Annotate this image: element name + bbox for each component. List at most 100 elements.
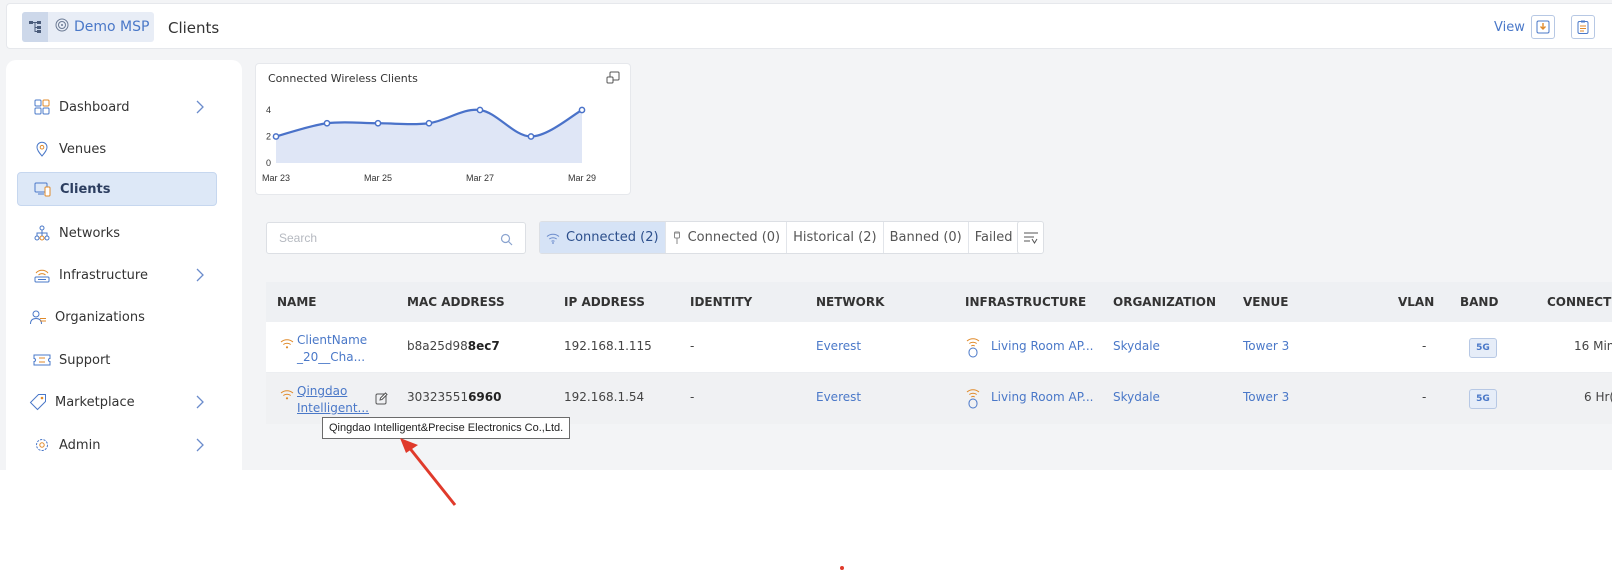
col-name[interactable]: NAME <box>277 295 316 309</box>
band-badge: 5G <box>1469 389 1497 409</box>
connected-duration: 16 Min( <box>1574 339 1612 353</box>
sidebar-item-label: Networks <box>59 225 121 241</box>
column-filter-button[interactable] <box>1017 221 1044 254</box>
mac-address: 303235516960 <box>407 390 502 404</box>
chevron-right-icon <box>195 437 205 456</box>
tab-label: Banned (0) <box>889 230 962 245</box>
col-connected[interactable]: CONNECTI <box>1547 295 1612 309</box>
report-button[interactable] <box>1571 15 1595 39</box>
identity: - <box>690 390 695 404</box>
band-badge: 5G <box>1469 338 1497 358</box>
vlan: - <box>1422 390 1427 404</box>
table-header: NAME MAC ADDRESS IP ADDRESS IDENTITY NET… <box>266 282 1612 322</box>
client-name-link[interactable]: Qingdao Intelligent... <box>297 383 369 417</box>
venue-link[interactable]: Tower 3 <box>1243 390 1289 404</box>
infrastructure-link[interactable]: Living Room AP... <box>991 390 1094 404</box>
gear-icon <box>31 437 53 453</box>
network-link[interactable]: Everest <box>816 390 861 404</box>
tab-label: Connected (0) <box>687 230 781 245</box>
sidebar-item-infrastructure[interactable]: Infrastructure <box>17 258 217 292</box>
col-ip-address[interactable]: IP ADDRESS <box>564 295 645 309</box>
y-tick-label: 4 <box>266 105 271 115</box>
tab-label: Historical (2) <box>793 230 877 245</box>
wifi-icon <box>546 232 560 244</box>
org-name: Demo MSP <box>74 19 150 35</box>
chart-point[interactable] <box>425 119 433 127</box>
sidebar-item-support[interactable]: Support <box>17 343 217 377</box>
col-infrastructure[interactable]: INFRASTRUCTURE <box>965 295 1086 309</box>
sidebar-item-dashboard[interactable]: Dashboard <box>17 90 217 124</box>
organization-link[interactable]: Skydale <box>1113 390 1160 404</box>
download-report-button[interactable] <box>1531 15 1555 39</box>
view-label[interactable]: View <box>1494 20 1525 35</box>
y-tick-label: 0 <box>266 158 271 168</box>
wifi-icon <box>280 334 294 353</box>
sidebar-item-label: Infrastructure <box>59 267 148 283</box>
tab-historical[interactable]: Historical (2) <box>787 222 884 253</box>
search-icon[interactable] <box>500 231 513 250</box>
sidebar-item-label: Admin <box>59 437 101 453</box>
col-band[interactable]: BAND <box>1460 295 1498 309</box>
top-bar: Demo MSP Clients View <box>6 3 1612 49</box>
identity: - <box>690 339 695 353</box>
wired-icon <box>672 231 682 245</box>
x-tick-label: Mar 23 <box>262 173 290 183</box>
col-identity[interactable]: IDENTITY <box>690 295 752 309</box>
edit-icon[interactable] <box>375 390 388 409</box>
chart-point[interactable] <box>527 133 535 140</box>
connected-wireless-clients-chart: Connected Wireless Clients 0 2 4 Mar 23 Mar … <box>255 63 631 195</box>
ticket-icon <box>31 353 53 367</box>
sidebar-item-organizations[interactable]: Organizations <box>17 300 217 334</box>
dashboard-icon <box>31 99 53 115</box>
col-network[interactable]: NETWORK <box>816 295 884 309</box>
chevron-right-icon <box>195 267 205 286</box>
sidebar-item-venues[interactable]: Venues <box>17 132 217 166</box>
y-tick-label: 2 <box>266 132 271 142</box>
download-chart-icon <box>1536 20 1550 34</box>
chevron-right-icon <box>195 99 205 118</box>
chart-point[interactable] <box>323 119 331 127</box>
chart-plot-area: 0 2 4 Mar 23 Mar 25 Mar 27 Mar 29 <box>262 105 596 183</box>
network-link[interactable]: Everest <box>816 339 861 353</box>
sidebar-item-clients[interactable]: Clients <box>17 172 217 206</box>
chart-point[interactable] <box>578 106 586 114</box>
sidebar: Dashboard Venues Clients Networks Infras… <box>6 60 242 470</box>
col-organization[interactable]: ORGANIZATION <box>1113 295 1216 309</box>
table-row[interactable]: ClientName _20__Cha... b8a25d988ec7 192.… <box>266 322 1612 373</box>
chevron-right-icon <box>195 394 205 413</box>
col-vlan[interactable]: VLAN <box>1398 295 1434 309</box>
tab-label: Connected (2) <box>566 230 659 245</box>
organization-link[interactable]: Skydale <box>1113 339 1160 353</box>
sidebar-item-label: Dashboard <box>59 99 130 115</box>
access-point-icon <box>31 267 53 283</box>
users-icon <box>27 309 49 325</box>
network-tree-icon <box>31 225 53 241</box>
x-tick-label: Mar 25 <box>364 173 392 183</box>
search-box[interactable] <box>266 222 526 254</box>
ip-address: 192.168.1.54 <box>564 390 645 404</box>
sidebar-item-networks[interactable]: Networks <box>17 216 217 250</box>
venue-link[interactable]: Tower 3 <box>1243 339 1289 353</box>
sidebar-item-label: Marketplace <box>55 394 135 410</box>
search-input[interactable] <box>279 231 479 245</box>
tab-connected-wireless[interactable]: Connected (2) <box>540 222 666 253</box>
clipboard-icon <box>1577 20 1589 34</box>
hierarchy-icon[interactable] <box>22 12 48 42</box>
infrastructure-link[interactable]: Living Room AP... <box>991 339 1094 353</box>
col-mac-address[interactable]: MAC ADDRESS <box>407 295 505 309</box>
sidebar-item-label: Venues <box>59 141 107 157</box>
chart-point[interactable] <box>476 106 484 114</box>
client-name-link[interactable]: ClientName _20__Cha... <box>297 332 367 366</box>
tab-connected-wired[interactable]: Connected (0) <box>666 222 788 253</box>
filter-list-icon <box>1023 232 1038 244</box>
col-venue[interactable]: VENUE <box>1243 295 1288 309</box>
sidebar-item-admin[interactable]: Admin <box>17 428 217 462</box>
annotation-arrow <box>400 438 457 506</box>
location-pin-icon <box>31 141 53 157</box>
chart-point[interactable] <box>272 133 280 140</box>
tab-banned[interactable]: Banned (0) <box>884 222 969 253</box>
org-switcher[interactable]: Demo MSP <box>22 12 154 42</box>
connected-duration: 6 Hr( <box>1584 390 1612 404</box>
chart-point[interactable] <box>374 119 382 127</box>
sidebar-item-marketplace[interactable]: Marketplace <box>17 385 217 419</box>
